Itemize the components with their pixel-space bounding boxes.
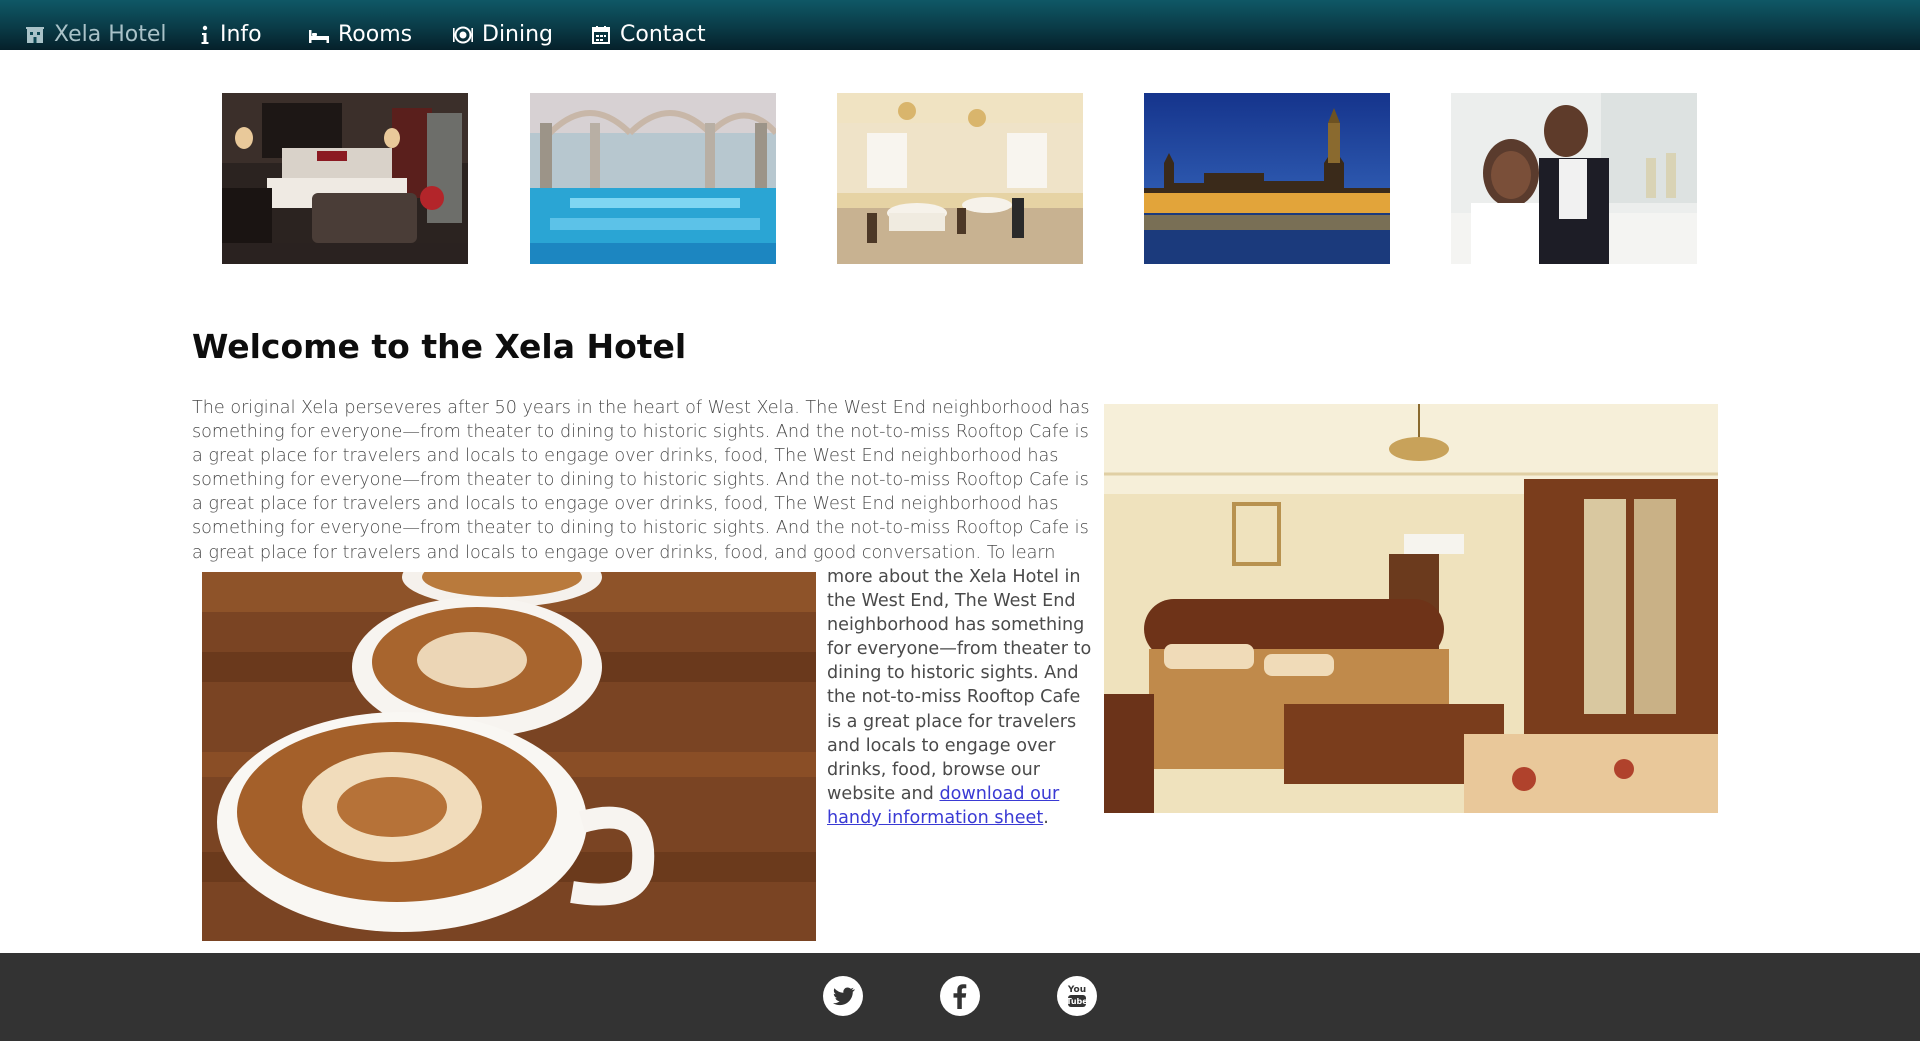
nav-item-info[interactable]: Info: [198, 21, 262, 48]
top-navbar: Xela Hotel Info Rooms Dining Contact: [0, 0, 1920, 50]
twitter-link[interactable]: [823, 976, 863, 1016]
dining-icon: [452, 24, 474, 46]
gallery-thumb-wedding[interactable]: [1451, 93, 1697, 264]
youtube-icon: You Tube: [1057, 976, 1097, 1016]
facebook-link[interactable]: [940, 976, 980, 1016]
intro-paragraph: The original Xela perseveres after 50 ye…: [192, 398, 1090, 563]
nav-item-rooms[interactable]: Rooms: [308, 21, 412, 48]
continued-paragraph: more about the Xela Hotel in the West En…: [827, 565, 1097, 830]
nav-item-rooms-label: Rooms: [338, 22, 413, 47]
nav-brand-label: Xela Hotel: [54, 22, 167, 47]
page-title: Welcome to the Xela Hotel: [192, 327, 687, 366]
twitter-icon: [823, 976, 863, 1016]
gallery-thumb-pool[interactable]: [530, 93, 776, 264]
bedroom-photo: [1104, 404, 1718, 813]
footer: You Tube: [0, 953, 1920, 1041]
svg-text:You: You: [1067, 985, 1086, 995]
calendar-icon: [590, 24, 612, 46]
facebook-icon: [940, 976, 980, 1016]
nav-item-contact[interactable]: Contact: [590, 21, 706, 48]
bed-icon: [308, 24, 330, 46]
nav-item-dining-label: Dining: [482, 22, 554, 47]
coffee-photo: [202, 572, 816, 941]
svg-text:Tube: Tube: [1066, 997, 1088, 1006]
building-icon: [24, 24, 46, 46]
nav-brand-link[interactable]: Xela Hotel: [24, 21, 166, 48]
nav-item-dining[interactable]: Dining: [452, 21, 553, 48]
trailing-period: .: [1043, 807, 1049, 828]
nav-item-info-label: Info: [220, 22, 262, 47]
youtube-link[interactable]: You Tube: [1057, 976, 1097, 1016]
gallery-thumb-banquet[interactable]: [837, 93, 1083, 264]
continued-text: more about the Xela Hotel in the West En…: [827, 567, 1092, 804]
info-icon: [198, 24, 212, 46]
nav-item-contact-label: Contact: [620, 22, 706, 47]
gallery-thumb-skyline[interactable]: [1144, 93, 1390, 264]
gallery-thumb-bedroom[interactable]: [222, 93, 468, 264]
